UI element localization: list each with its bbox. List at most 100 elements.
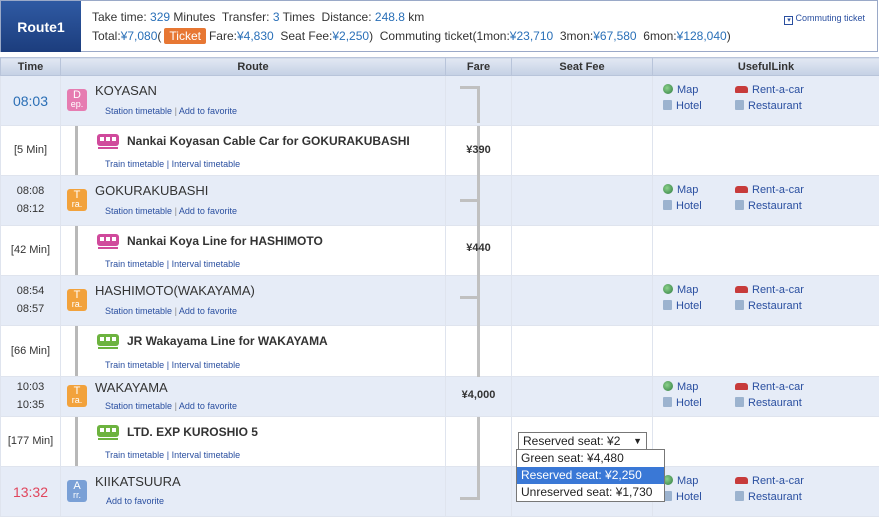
add-favorite-link[interactable]: Add to favorite xyxy=(179,401,237,411)
station-timetable-link[interactable]: Station timetable xyxy=(105,206,172,216)
train-timetable-link[interactable]: Train timetable xyxy=(105,159,164,169)
car-icon xyxy=(735,186,748,193)
col-route: Route xyxy=(60,57,446,76)
map-link[interactable]: Map xyxy=(663,184,735,196)
rent-a-car-link[interactable]: Rent-a-car xyxy=(735,475,804,487)
restaurant-icon xyxy=(735,491,744,501)
restaurant-icon xyxy=(735,397,744,407)
seat-type-select[interactable]: Reserved seat: ¥2 ▼ xyxy=(518,432,647,450)
rent-a-car-link[interactable]: Rent-a-car xyxy=(735,184,804,196)
station-name[interactable]: KIIKATSUURA xyxy=(95,474,181,489)
hotel-link[interactable]: Hotel xyxy=(663,397,735,409)
interval-timetable-link[interactable]: Interval timetable xyxy=(172,450,241,460)
add-favorite-link[interactable]: Add to favorite xyxy=(179,106,237,116)
transfer-badge: Tra. xyxy=(67,385,87,407)
segment-row: [177 Min] LTD. EXP KUROSHIO 5 Train time… xyxy=(0,416,879,467)
train-name[interactable]: JR Wakayama Line for WAKAYAMA xyxy=(127,334,328,348)
route-summary-header: Route1 Take time: 329 Minutes Transfer: … xyxy=(0,0,878,52)
globe-icon xyxy=(663,381,673,391)
add-favorite-link[interactable]: Add to favorite xyxy=(179,306,237,316)
station-name[interactable]: KOYASAN xyxy=(95,83,157,98)
train-timetable-link[interactable]: Train timetable xyxy=(105,360,164,370)
three-month-value: ¥67,580 xyxy=(593,29,637,43)
station-name[interactable]: WAKAYAMA xyxy=(95,380,168,395)
seat-option-unreserved[interactable]: Unreserved seat: ¥1,730 xyxy=(517,484,664,501)
interval-timetable-link[interactable]: Interval timetable xyxy=(172,159,241,169)
map-link[interactable]: Map xyxy=(663,381,735,393)
restaurant-icon xyxy=(735,200,744,210)
add-favorite-link[interactable]: Add to favorite xyxy=(106,496,164,506)
map-link[interactable]: Map xyxy=(663,284,735,296)
route-tab[interactable]: Route1 xyxy=(1,1,81,52)
hotel-link[interactable]: Hotel xyxy=(663,100,735,112)
departure-badge: Dep. xyxy=(67,89,87,111)
train-icon xyxy=(97,234,119,250)
limited-express-icon xyxy=(97,425,119,441)
globe-icon xyxy=(663,84,673,94)
segment-fare: ¥4,000 xyxy=(461,389,496,401)
col-seat-fee: Seat Fee xyxy=(511,57,653,76)
map-link[interactable]: Map xyxy=(663,475,735,487)
hotel-link[interactable]: Hotel xyxy=(663,200,735,212)
six-month-value: ¥128,040 xyxy=(676,29,727,43)
arrival-time: 10:03 xyxy=(16,381,45,393)
download-icon: ▾ xyxy=(784,16,794,25)
segment-row: [66 Min] JR Wakayama Line for WAKAYAMA T… xyxy=(0,325,879,377)
ticket-button[interactable]: Ticket xyxy=(164,28,206,44)
rent-a-car-link[interactable]: Rent-a-car xyxy=(735,284,804,296)
seat-option-reserved[interactable]: Reserved seat: ¥2,250 xyxy=(517,467,664,484)
add-favorite-link[interactable]: Add to favorite xyxy=(179,206,237,216)
col-time: Time xyxy=(0,57,61,76)
globe-icon xyxy=(663,284,673,294)
segment-duration: [5 Min] xyxy=(13,144,47,156)
arrival-time: 08:08 xyxy=(16,185,45,197)
departure-time: 08:03 xyxy=(12,93,49,109)
arrival-time: 13:32 xyxy=(12,484,49,500)
rent-a-car-link[interactable]: Rent-a-car xyxy=(735,84,804,96)
hotel-link[interactable]: Hotel xyxy=(663,300,735,312)
segment-duration: [42 Min] xyxy=(10,244,51,256)
restaurant-link[interactable]: Restaurant xyxy=(735,397,802,409)
station-row: 08:03 Dep. KOYASAN Station timetable | A… xyxy=(0,75,879,126)
transfer-badge: Tra. xyxy=(67,289,87,311)
dropdown-arrow-icon: ▼ xyxy=(633,436,642,446)
station-timetable-link[interactable]: Station timetable xyxy=(105,106,172,116)
train-timetable-link[interactable]: Train timetable xyxy=(105,259,164,269)
train-timetable-link[interactable]: Train timetable xyxy=(105,450,164,460)
one-month-value: ¥23,710 xyxy=(509,29,554,43)
commuting-ticket-link[interactable]: ▾ Commuting ticket xyxy=(784,13,865,25)
station-name[interactable]: GOKURAKUBASHI xyxy=(95,183,208,198)
route-line xyxy=(75,417,78,466)
segment-duration: [66 Min] xyxy=(10,345,51,357)
distance-value: 248.8 xyxy=(374,10,405,24)
train-name[interactable]: Nankai Koyasan Cable Car for GOKURAKUBAS… xyxy=(127,134,410,148)
interval-timetable-link[interactable]: Interval timetable xyxy=(172,360,241,370)
car-icon xyxy=(735,383,748,390)
restaurant-link[interactable]: Restaurant xyxy=(735,300,802,312)
train-name[interactable]: Nankai Koya Line for HASHIMOTO xyxy=(127,234,323,248)
segment-row: [42 Min] Nankai Koya Line for HASHIMOTO … xyxy=(0,225,879,276)
departure-time: 08:57 xyxy=(16,303,45,315)
station-links: Station timetable | Add to favorite xyxy=(105,306,237,316)
hotel-icon xyxy=(663,300,672,310)
station-row: 08:54 08:57 Tra. HASHIMOTO(WAKAYAMA) Stat… xyxy=(0,275,879,326)
station-links: Station timetable | Add to favorite xyxy=(105,401,237,411)
train-name[interactable]: LTD. EXP KUROSHIO 5 xyxy=(127,425,258,439)
station-links: Add to favorite xyxy=(106,496,164,506)
station-name[interactable]: HASHIMOTO(WAKAYAMA) xyxy=(95,283,255,298)
total-value: ¥7,080 xyxy=(120,29,158,43)
station-timetable-link[interactable]: Station timetable xyxy=(105,306,172,316)
rent-a-car-link[interactable]: Rent-a-car xyxy=(735,381,804,393)
restaurant-link[interactable]: Restaurant xyxy=(735,491,802,503)
map-link[interactable]: Map xyxy=(663,84,735,96)
seat-type-dropdown: Green seat: ¥4,480 Reserved seat: ¥2,250… xyxy=(516,449,665,502)
station-timetable-link[interactable]: Station timetable xyxy=(105,401,172,411)
hotel-link[interactable]: Hotel xyxy=(663,491,735,503)
restaurant-icon xyxy=(735,300,744,310)
restaurant-link[interactable]: Restaurant xyxy=(735,200,802,212)
col-useful-link: UsefulLink xyxy=(652,57,879,76)
restaurant-link[interactable]: Restaurant xyxy=(735,100,802,112)
seat-option-green[interactable]: Green seat: ¥4,480 xyxy=(517,450,664,467)
interval-timetable-link[interactable]: Interval timetable xyxy=(172,259,241,269)
transfer-value: 3 xyxy=(272,10,280,24)
